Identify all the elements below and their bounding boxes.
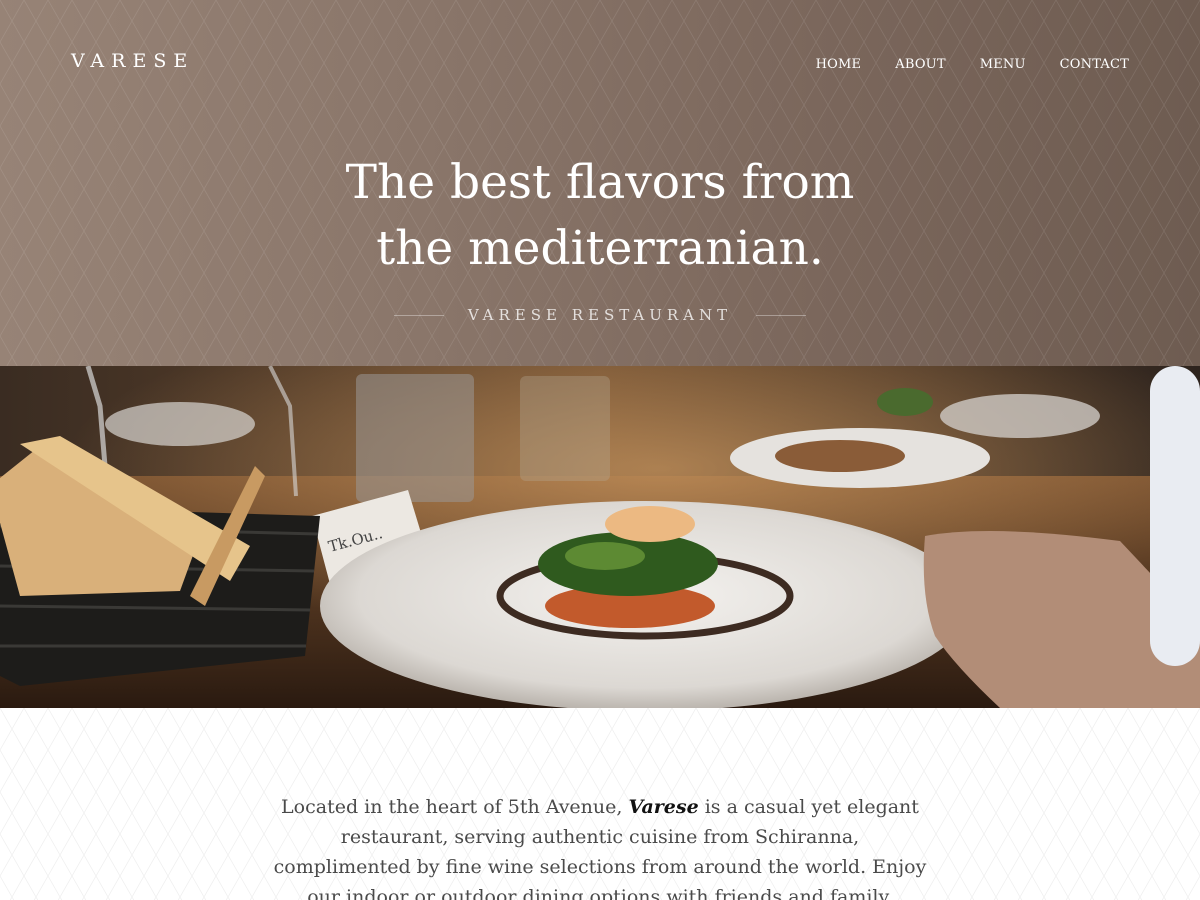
about-paragraph: Located in the heart of 5th Avenue, Vare… [270,792,930,900]
background-plate [105,402,255,446]
nav-item-home: HOME [816,53,862,72]
subtitle-divider-right [756,314,807,316]
nav-link-menu[interactable]: MENU [980,57,1026,72]
about-text-intro: Located in the heart of 5th Avenue, [281,796,629,818]
nav-link-home[interactable]: HOME [816,57,862,72]
hero-section: VARESE HOME ABOUT MENU CONTACT The best … [0,0,1200,366]
hero-title-line-1: The best flavors from [345,155,855,210]
hero-title-line-2: the mediterranian. [376,221,824,276]
brand-logo[interactable]: VARESE [71,50,194,72]
hero-photo: Tk.Ou.. [0,366,1200,708]
subtitle-divider-left [393,314,444,316]
background-greens [877,388,933,416]
nav-link-about[interactable]: ABOUT [895,57,945,72]
background-food [775,440,905,472]
nav-link-contact[interactable]: CONTACT [1060,57,1129,72]
nav-item-about: ABOUT [895,53,945,72]
seared-fish [605,506,695,542]
about-restaurant-name: Varese [628,796,699,818]
background-plate [940,394,1100,438]
microgreens-highlight [565,542,645,570]
hero-title: The best flavors from the mediterranian. [0,150,1200,282]
nav-item-contact: CONTACT [1060,53,1129,72]
hero-subtitle: VARESE RESTAURANT [467,306,733,324]
server-sleeve [1150,366,1200,666]
hero-subtitle-row: VARESE RESTAURANT [0,306,1200,324]
glass [520,376,610,481]
main-nav: HOME ABOUT MENU CONTACT [816,53,1129,72]
about-section: Located in the heart of 5th Avenue, Vare… [0,708,1200,900]
restaurant-dish-image: Tk.Ou.. [0,366,1200,708]
nav-item-menu: MENU [980,53,1026,72]
water-glass [356,374,474,502]
